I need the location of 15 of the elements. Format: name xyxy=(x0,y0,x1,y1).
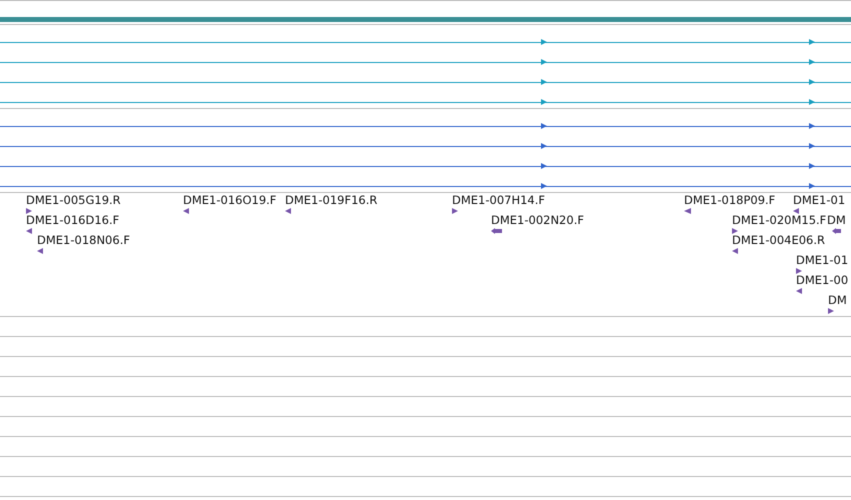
feature-label: DME1-019F16.R xyxy=(285,193,378,207)
feature-label: DME1-018P09.F xyxy=(684,193,776,207)
feature-label: DME1-005G19.R xyxy=(26,193,121,207)
feature-label: DME1-016O19.F xyxy=(183,193,276,207)
feature-label: DME1-020M15.F xyxy=(732,213,826,227)
feature-label: DME1-004E06.R xyxy=(732,233,826,247)
feature-label: DME1-01 xyxy=(793,193,846,207)
feature-label: DME1-00 xyxy=(796,273,848,287)
feature-label: DME1-002N20.F xyxy=(491,213,584,227)
feature-label: DME1-018N06.F xyxy=(37,233,130,247)
feature-label: DME1-007H14.F xyxy=(452,193,546,207)
feature-label: DME1-016D16.F xyxy=(26,213,120,227)
feature-label: DM xyxy=(828,293,847,307)
feature-label: DM xyxy=(827,213,846,227)
feature-label: DME1-01 xyxy=(796,253,848,267)
